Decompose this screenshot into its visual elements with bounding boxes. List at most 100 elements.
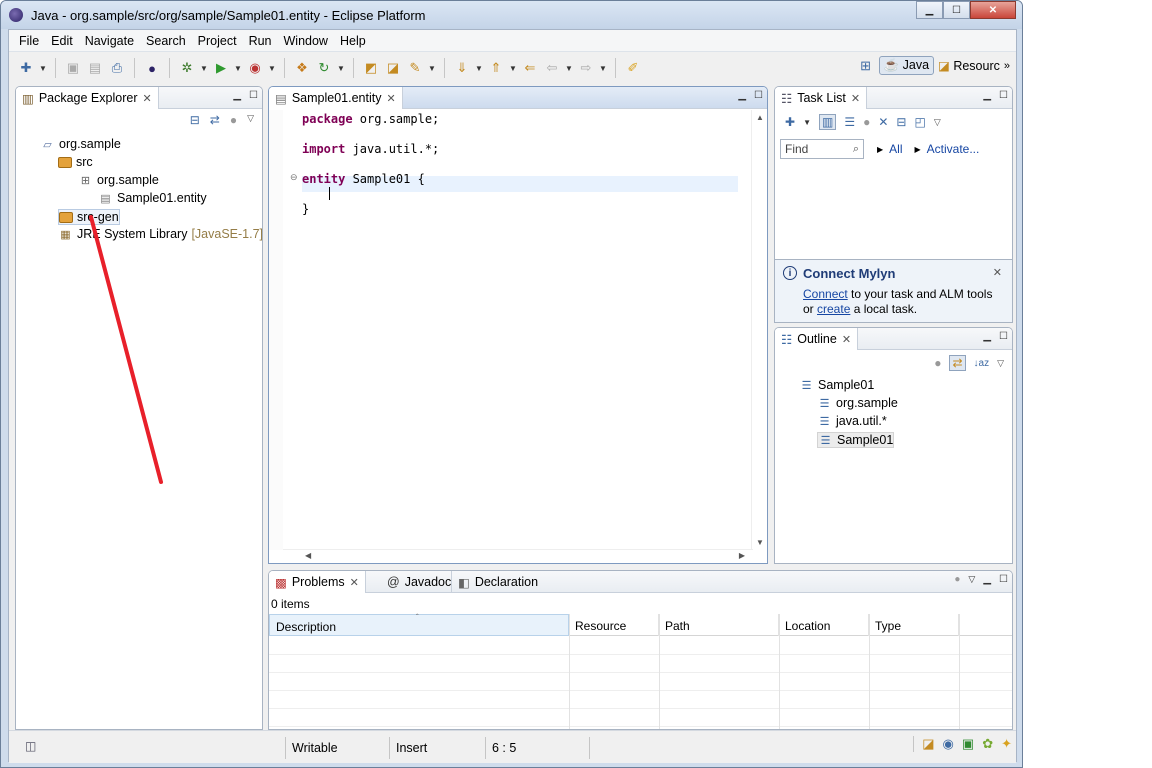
- scroll-left-icon[interactable]: ◀: [305, 551, 311, 560]
- tree-item-package[interactable]: ⊞ org.sample: [78, 173, 159, 187]
- new-dropdown-icon[interactable]: ▼: [39, 64, 47, 73]
- menu-run[interactable]: Run: [243, 34, 278, 48]
- focus-icon[interactable]: ●: [954, 574, 960, 585]
- run-icon[interactable]: ▶: [212, 59, 230, 77]
- minimize-view-icon[interactable]: ▁: [983, 331, 991, 342]
- collapse-all-icon[interactable]: ⊟: [896, 115, 906, 129]
- previous-annotation-dropdown-icon[interactable]: ▼: [509, 64, 517, 73]
- debug-dropdown-icon[interactable]: ▼: [200, 64, 208, 73]
- maximize-view-icon[interactable]: ☐: [754, 90, 763, 101]
- minimize-button[interactable]: ▁: [916, 1, 943, 19]
- column-location[interactable]: Location: [779, 614, 869, 636]
- view-menu-icon[interactable]: ▽: [968, 574, 975, 585]
- tab-javadoc[interactable]: @ Javadoc: [381, 571, 457, 593]
- save-icon[interactable]: ▣: [64, 59, 82, 77]
- minimize-view-icon[interactable]: ▁: [983, 574, 991, 585]
- back-dropdown-icon[interactable]: ▼: [565, 64, 573, 73]
- star-icon[interactable]: ✦: [1001, 736, 1012, 752]
- new-java-project-icon[interactable]: ❖: [293, 59, 311, 77]
- code-line[interactable]: entity Sample01 {: [302, 172, 425, 186]
- connect-link[interactable]: Connect: [803, 287, 848, 301]
- minimize-view-icon[interactable]: ▁: [738, 90, 746, 101]
- close-icon[interactable]: ✕: [350, 576, 359, 589]
- outline-item[interactable]: ☰ java.util.*: [817, 414, 887, 428]
- synchronize-icon[interactable]: ◰: [914, 115, 925, 129]
- close-button[interactable]: ✕: [970, 1, 1016, 19]
- column-resource[interactable]: Resource: [569, 614, 659, 636]
- collapse-all-icon[interactable]: ⊟: [190, 113, 200, 127]
- outline-item-selected[interactable]: ☰ Sample01: [817, 432, 895, 448]
- column-path[interactable]: Path: [659, 614, 779, 636]
- maximize-view-icon[interactable]: ☐: [249, 90, 258, 101]
- menu-file[interactable]: File: [13, 34, 45, 48]
- menu-project[interactable]: Project: [192, 34, 243, 48]
- column-description[interactable]: Description ˆ: [269, 613, 569, 636]
- code-line[interactable]: }: [302, 202, 309, 216]
- minimize-view-icon[interactable]: ▁: [233, 90, 241, 101]
- resource-perspective-button[interactable]: ◪ Resourc: [938, 58, 1000, 73]
- sort-icon[interactable]: ↓az: [974, 358, 990, 369]
- pin-editor-icon[interactable]: ✐: [624, 59, 642, 77]
- menu-edit[interactable]: Edit: [45, 34, 79, 48]
- tab-sample01-entity[interactable]: ▤ Sample01.entity ✕: [269, 87, 403, 109]
- view-menu-icon[interactable]: ▽: [997, 358, 1004, 369]
- menu-navigate[interactable]: Navigate: [79, 34, 140, 48]
- search-icon[interactable]: ✎: [406, 59, 424, 77]
- close-icon[interactable]: ✕: [851, 92, 860, 105]
- image-icon[interactable]: ▣: [962, 736, 974, 752]
- activate-link[interactable]: Activate...: [927, 142, 980, 156]
- vertical-scrollbar[interactable]: ▲ ▼: [751, 110, 767, 550]
- fold-toggle-icon[interactable]: ⊖: [290, 172, 298, 183]
- find-input[interactable]: Find ⌕: [780, 139, 864, 159]
- close-icon[interactable]: ✕: [386, 92, 395, 105]
- minimize-view-icon[interactable]: ▁: [983, 90, 991, 101]
- market-icon[interactable]: ✿: [982, 736, 993, 752]
- tree-item-jre[interactable]: ▦ JRE System Library [JavaSE-1.7]: [58, 227, 262, 241]
- view-menu-icon[interactable]: ▽: [934, 117, 941, 128]
- scheduled-icon[interactable]: ☰: [844, 115, 855, 129]
- scroll-down-icon[interactable]: ▼: [756, 538, 764, 547]
- categorized-icon[interactable]: ▥: [818, 114, 837, 130]
- tab-task-list[interactable]: ☷ Task List ✕: [775, 87, 868, 109]
- focus-on-task-icon[interactable]: ●: [230, 113, 237, 127]
- maximize-view-icon[interactable]: ☐: [999, 90, 1008, 101]
- save-all-icon[interactable]: ▤: [86, 59, 104, 77]
- next-annotation-dropdown-icon[interactable]: ▼: [475, 64, 483, 73]
- tab-outline[interactable]: ☷ Outline ✕: [775, 328, 859, 350]
- print-icon[interactable]: ⎙: [108, 59, 126, 77]
- tree-item-file[interactable]: ▤ Sample01.entity: [98, 191, 206, 205]
- all-filter-link[interactable]: All: [889, 142, 902, 156]
- run-dropdown-icon[interactable]: ▼: [234, 64, 242, 73]
- tab-package-explorer[interactable]: ▥ Package Explorer ✕: [16, 87, 159, 109]
- maximize-view-icon[interactable]: ☐: [999, 574, 1008, 585]
- link-with-editor-icon[interactable]: ⇄: [949, 355, 966, 371]
- tree-item-project[interactable]: ▱ org.sample: [40, 137, 121, 151]
- scroll-up-icon[interactable]: ▲: [756, 113, 764, 122]
- previous-annotation-icon[interactable]: ⇑: [487, 59, 505, 77]
- tab-problems[interactable]: ▩ Problems ✕: [269, 571, 366, 593]
- new-task-dropdown-icon[interactable]: ▼: [803, 118, 811, 127]
- java-perspective-button[interactable]: ☕ Java: [878, 56, 935, 75]
- external-tools-dropdown-icon[interactable]: ▼: [268, 64, 276, 73]
- new-class-dropdown-icon[interactable]: ▼: [337, 64, 345, 73]
- focus-icon[interactable]: ●: [934, 356, 941, 370]
- new-task-icon[interactable]: ✚: [785, 115, 795, 129]
- tab-declaration[interactable]: ◧ Declaration: [451, 571, 544, 593]
- code-line[interactable]: import java.util.*;: [302, 142, 439, 156]
- more-perspectives-icon[interactable]: »: [1004, 60, 1010, 72]
- next-annotation-icon[interactable]: ⇓: [453, 59, 471, 77]
- external-tools-icon[interactable]: ◉: [246, 59, 264, 77]
- new-icon[interactable]: ✚: [17, 59, 35, 77]
- tree-item-src[interactable]: src: [58, 155, 93, 169]
- open-type-icon[interactable]: ◩: [362, 59, 380, 77]
- code-line[interactable]: package org.sample;: [302, 112, 439, 126]
- update-icon[interactable]: ◉: [943, 736, 954, 752]
- forward-dropdown-icon[interactable]: ▼: [599, 64, 607, 73]
- fast-view-icon[interactable]: ◫: [25, 739, 36, 753]
- task-repository-icon[interactable]: ◪: [922, 736, 934, 752]
- create-link[interactable]: create: [817, 302, 850, 316]
- new-class-icon[interactable]: ↻: [315, 59, 333, 77]
- maximize-view-icon[interactable]: ☐: [999, 331, 1008, 342]
- menu-help[interactable]: Help: [334, 34, 372, 48]
- open-task-icon[interactable]: ◪: [384, 59, 402, 77]
